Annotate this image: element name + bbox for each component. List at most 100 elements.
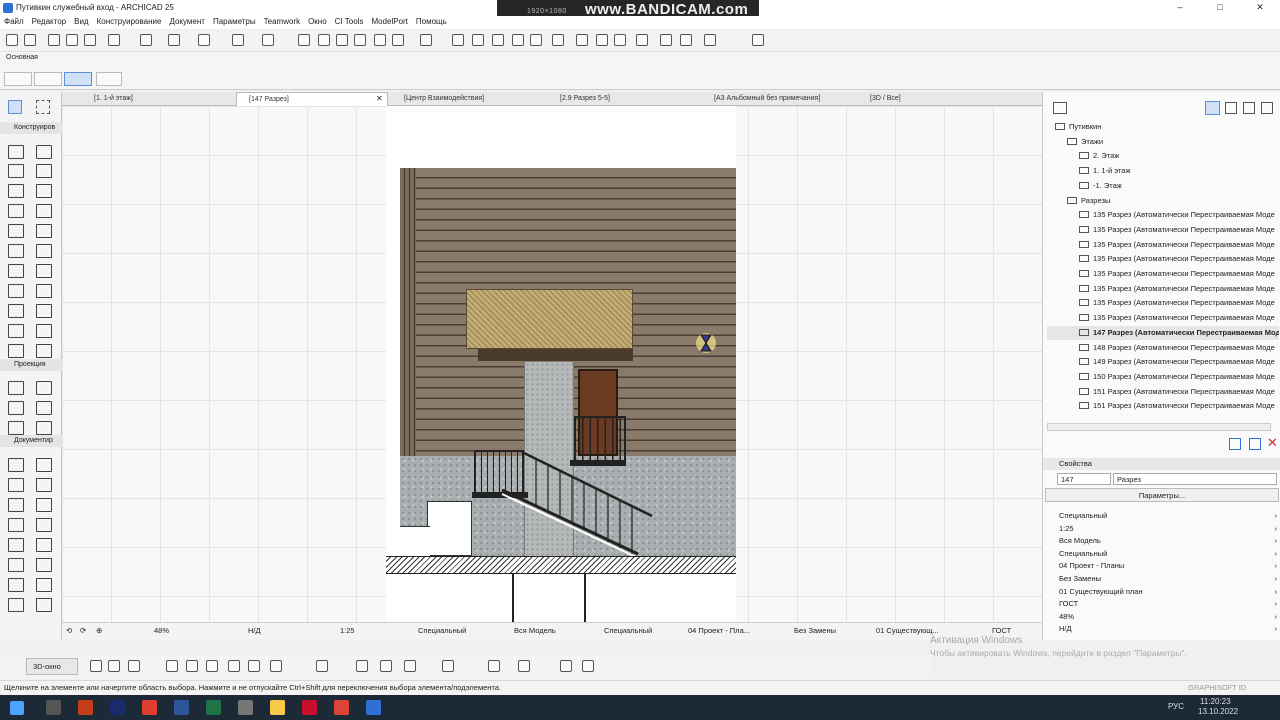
menu-item[interactable]: Teamwork bbox=[264, 16, 300, 29]
property-row[interactable]: Вся Модель › bbox=[1045, 535, 1279, 548]
minimize-button[interactable]: – bbox=[1160, 0, 1200, 16]
design-tool-icon[interactable] bbox=[36, 244, 52, 258]
marquee-tool-icon[interactable] bbox=[36, 100, 50, 114]
view-toolbar-icon[interactable] bbox=[356, 660, 368, 672]
navigator-item[interactable]: Этажи bbox=[1047, 135, 1279, 150]
navigator-item[interactable]: 135 Разрез (Автоматически Перестраиваема… bbox=[1047, 208, 1279, 223]
toolbar-button-icon[interactable] bbox=[704, 34, 716, 46]
navigator-item[interactable]: 135 Разрез (Автоматически Перестраиваема… bbox=[1047, 311, 1279, 326]
menu-item[interactable]: Параметры bbox=[213, 16, 256, 29]
design-tool-icon[interactable] bbox=[8, 478, 24, 492]
toolbar-button-icon[interactable] bbox=[6, 34, 18, 46]
design-tool-icon[interactable] bbox=[8, 264, 24, 278]
design-tool-icon[interactable] bbox=[36, 204, 52, 218]
navigator-item[interactable]: 151 Разрез (Автоматически Перестраиваема… bbox=[1047, 385, 1279, 400]
taskbar-app-icon[interactable] bbox=[270, 700, 285, 715]
rotated-method-button[interactable] bbox=[64, 72, 92, 86]
menu-item[interactable]: ModelPort bbox=[371, 16, 407, 29]
design-tool-icon[interactable] bbox=[8, 498, 24, 512]
design-tool-icon[interactable] bbox=[36, 518, 52, 532]
input-language[interactable]: РУС bbox=[1168, 702, 1184, 711]
toolbar-button-icon[interactable] bbox=[636, 34, 648, 46]
view-toolbar-icon[interactable] bbox=[90, 660, 102, 672]
geometry-method-button[interactable] bbox=[4, 72, 32, 86]
view-map-icon[interactable] bbox=[1225, 102, 1237, 114]
design-tool-icon[interactable] bbox=[36, 421, 52, 435]
view-toolbar-icon[interactable] bbox=[560, 660, 572, 672]
view-toolbar-icon[interactable] bbox=[488, 660, 500, 672]
view-toolbar-icon[interactable] bbox=[582, 660, 594, 672]
close-tab-icon[interactable]: ✕ bbox=[376, 94, 383, 103]
design-tool-icon[interactable] bbox=[36, 498, 52, 512]
view-toolbar-icon[interactable] bbox=[380, 660, 392, 672]
redo-zoom-icon[interactable]: ⟳ bbox=[80, 626, 86, 635]
design-tool-icon[interactable] bbox=[8, 558, 24, 572]
taskbar-app-icon[interactable] bbox=[110, 700, 125, 715]
layer-combination[interactable]: Специальный bbox=[418, 626, 466, 635]
view-toolbar-icon[interactable] bbox=[228, 660, 240, 672]
toolbar-button-icon[interactable] bbox=[48, 34, 60, 46]
navigator-item[interactable]: 135 Разрез (Автоматически Перестраиваема… bbox=[1047, 238, 1279, 253]
tab-section-5-5[interactable]: [2.9 Разрез 5-5] bbox=[548, 92, 698, 106]
toolbar-button-icon[interactable] bbox=[472, 34, 484, 46]
menu-item[interactable]: Помощь bbox=[416, 16, 447, 29]
view-name-field[interactable]: Разрез bbox=[1113, 473, 1277, 485]
clock-time[interactable]: 11:20:23 bbox=[1200, 697, 1231, 706]
toolbar-button-icon[interactable] bbox=[530, 34, 542, 46]
view-toolbar-icon[interactable] bbox=[316, 660, 328, 672]
toolbox-section-design[interactable]: Конструиров bbox=[0, 122, 62, 134]
toolbox-section-document[interactable]: Документир bbox=[0, 435, 62, 447]
toolbar-button-icon[interactable] bbox=[752, 34, 764, 46]
design-tool-icon[interactable] bbox=[8, 184, 24, 198]
view-toolbar-icon[interactable] bbox=[186, 660, 198, 672]
design-tool-icon[interactable] bbox=[8, 204, 24, 218]
property-row[interactable]: 48% › bbox=[1045, 611, 1279, 624]
toolbar-button-icon[interactable] bbox=[660, 34, 672, 46]
design-tool-icon[interactable] bbox=[8, 304, 24, 318]
design-tool-icon[interactable] bbox=[8, 244, 24, 258]
navigator-item[interactable]: -1. Этаж bbox=[1047, 179, 1279, 194]
navigator-item[interactable]: 150 Разрез (Автоматически Перестраиваема… bbox=[1047, 370, 1279, 385]
design-tool-icon[interactable] bbox=[8, 324, 24, 338]
toolbar-button-icon[interactable] bbox=[262, 34, 274, 46]
graphic-override[interactable]: Без Замены bbox=[794, 626, 836, 635]
property-row[interactable]: 04 Проект - Планы › bbox=[1045, 560, 1279, 573]
navigator-item[interactable]: Разрезы bbox=[1047, 194, 1279, 209]
toolbar-button-icon[interactable] bbox=[336, 34, 348, 46]
navigator-item[interactable]: 135 Разрез (Автоматически Перестраиваема… bbox=[1047, 296, 1279, 311]
navigator-item[interactable]: 2. Этаж bbox=[1047, 149, 1279, 164]
model-view[interactable]: Вся Модель bbox=[514, 626, 556, 635]
toolbar-button-icon[interactable] bbox=[66, 34, 78, 46]
view-toolbar-icon[interactable] bbox=[108, 660, 120, 672]
design-tool-icon[interactable] bbox=[36, 458, 52, 472]
taskbar-app-icon[interactable] bbox=[142, 700, 157, 715]
design-tool-icon[interactable] bbox=[8, 381, 24, 395]
publisher-sets-icon[interactable] bbox=[1261, 102, 1273, 114]
taskbar-app-icon[interactable] bbox=[366, 700, 381, 715]
design-tool-icon[interactable] bbox=[36, 558, 52, 572]
menu-item[interactable]: Файл bbox=[4, 16, 24, 29]
design-tool-icon[interactable] bbox=[8, 538, 24, 552]
design-tool-icon[interactable] bbox=[8, 224, 24, 238]
toolbox-section-viewpoint[interactable]: Проекция bbox=[0, 359, 62, 371]
taskbar-app-icon[interactable] bbox=[334, 700, 349, 715]
design-tool-icon[interactable] bbox=[8, 344, 24, 358]
design-tool-icon[interactable] bbox=[36, 145, 52, 159]
rectangle-method-button[interactable] bbox=[34, 72, 62, 86]
model-view-options[interactable]: 04 Проект - Пла... bbox=[688, 626, 750, 635]
toolbar-button-icon[interactable] bbox=[392, 34, 404, 46]
toolbar-button-icon[interactable] bbox=[232, 34, 244, 46]
toolbar-button-icon[interactable] bbox=[614, 34, 626, 46]
toolbar-button-icon[interactable] bbox=[198, 34, 210, 46]
toolbar-button-icon[interactable] bbox=[168, 34, 180, 46]
navigator-item[interactable]: 147 Разрез (Автоматически Перестраиваема… bbox=[1047, 325, 1279, 341]
toolbar-button-icon[interactable] bbox=[452, 34, 464, 46]
navigator-h-scrollbar[interactable] bbox=[1047, 423, 1271, 431]
navigator-item[interactable]: 135 Разрез (Автоматически Перестраиваема… bbox=[1047, 223, 1279, 238]
design-tool-icon[interactable] bbox=[36, 598, 52, 612]
design-tool-icon[interactable] bbox=[8, 284, 24, 298]
maximize-button[interactable]: □ bbox=[1200, 0, 1240, 16]
start-button-icon[interactable] bbox=[10, 701, 24, 715]
graphisoft-id[interactable]: GRAPHISOFT ID bbox=[1188, 681, 1246, 694]
design-tool-icon[interactable] bbox=[8, 145, 24, 159]
